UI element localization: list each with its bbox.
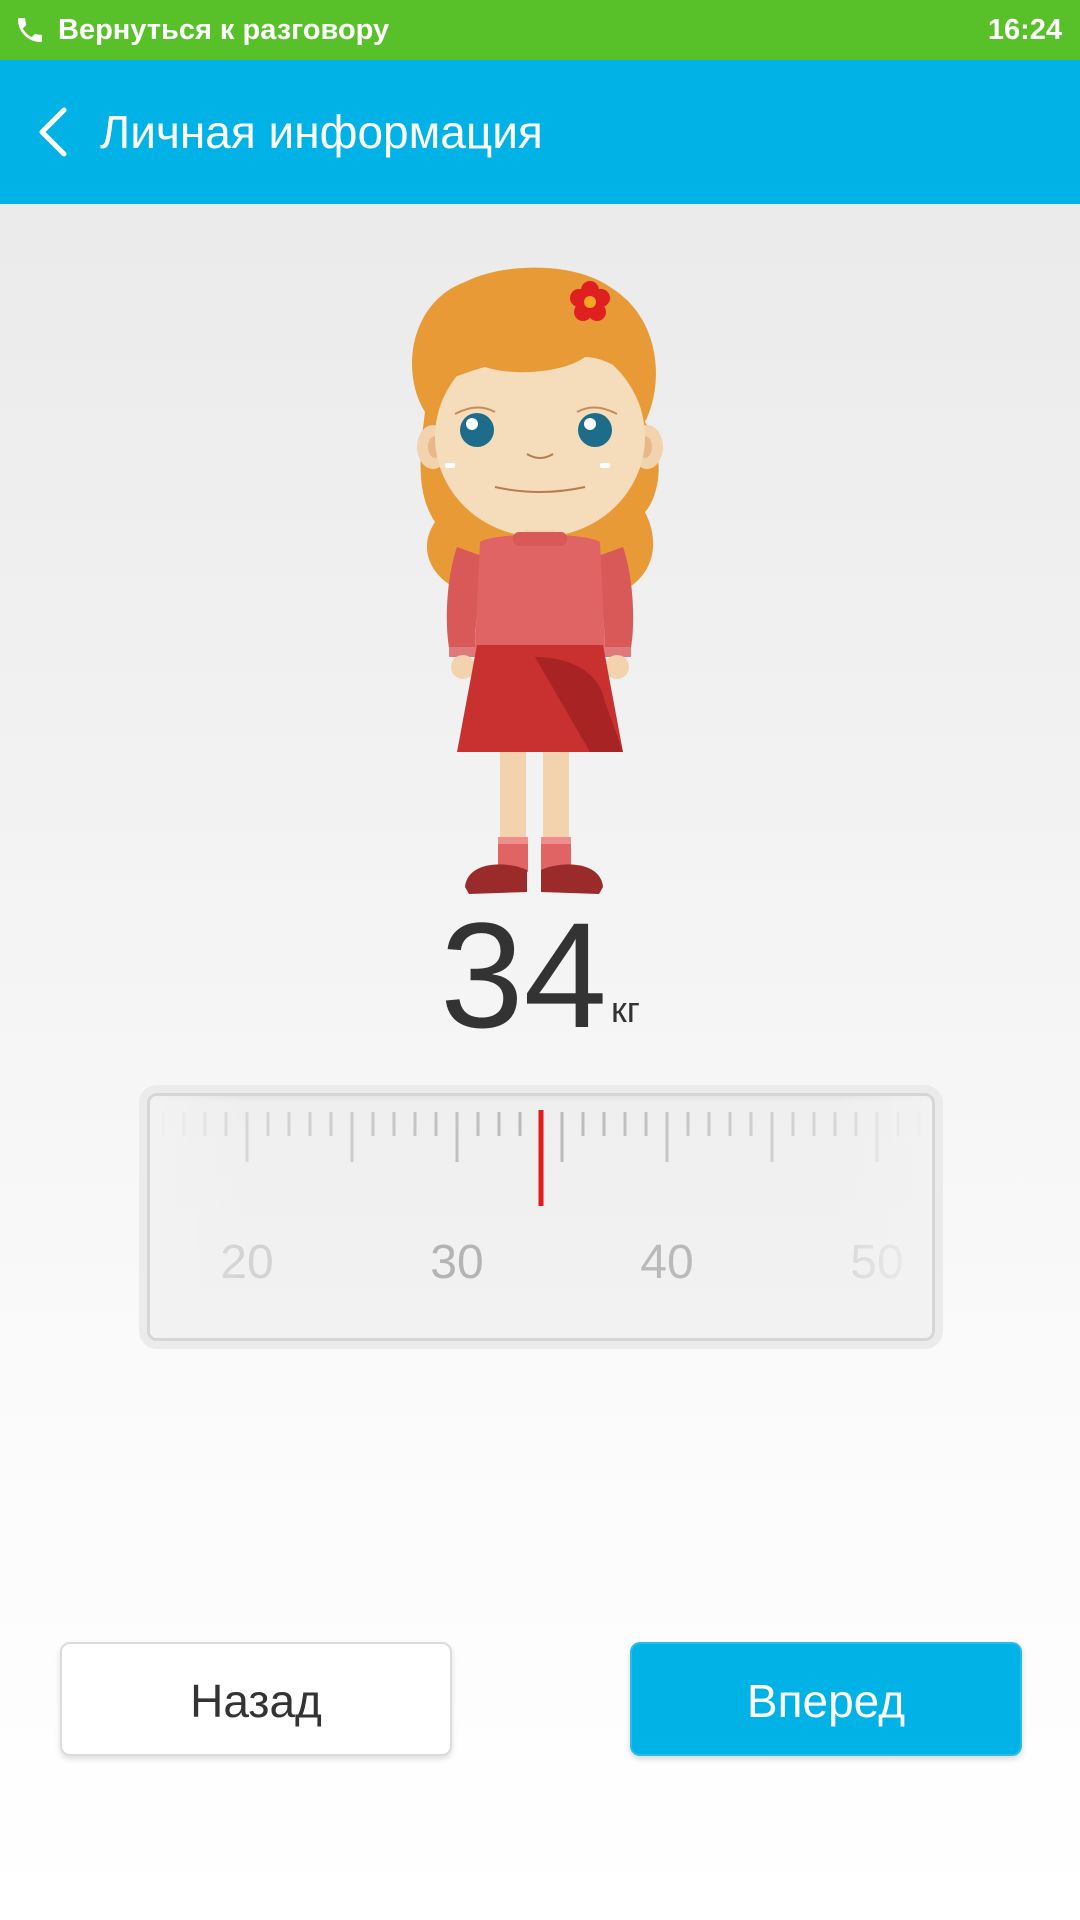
weight-value: 34 bbox=[440, 891, 607, 1059]
ruler-scale: 20304050 bbox=[161, 1110, 921, 1289]
ruler-fade-right bbox=[842, 1096, 932, 1338]
ruler-label: 30 bbox=[430, 1236, 483, 1289]
phone-icon bbox=[18, 18, 42, 42]
girl-avatar bbox=[412, 267, 663, 894]
weight-ruler-picker[interactable]: 20304050 bbox=[147, 1093, 935, 1341]
app-bar: Личная информация bbox=[0, 60, 1080, 204]
weight-readout: 34 кг bbox=[0, 900, 1080, 1050]
return-to-call-text[interactable]: Вернуться к разговору bbox=[58, 13, 389, 47]
status-bar[interactable]: Вернуться к разговору 16:24 bbox=[0, 0, 1080, 60]
ruler-label: 40 bbox=[640, 1236, 693, 1289]
back-button[interactable]: Назад bbox=[60, 1642, 452, 1756]
status-clock: 16:24 bbox=[987, 14, 1062, 46]
next-button[interactable]: Вперед bbox=[630, 1642, 1022, 1756]
page-title: Личная информация bbox=[100, 106, 543, 158]
chevron-left-icon[interactable] bbox=[30, 102, 80, 162]
weight-unit: кг bbox=[610, 989, 640, 1030]
ruler-fade-left bbox=[150, 1096, 240, 1338]
